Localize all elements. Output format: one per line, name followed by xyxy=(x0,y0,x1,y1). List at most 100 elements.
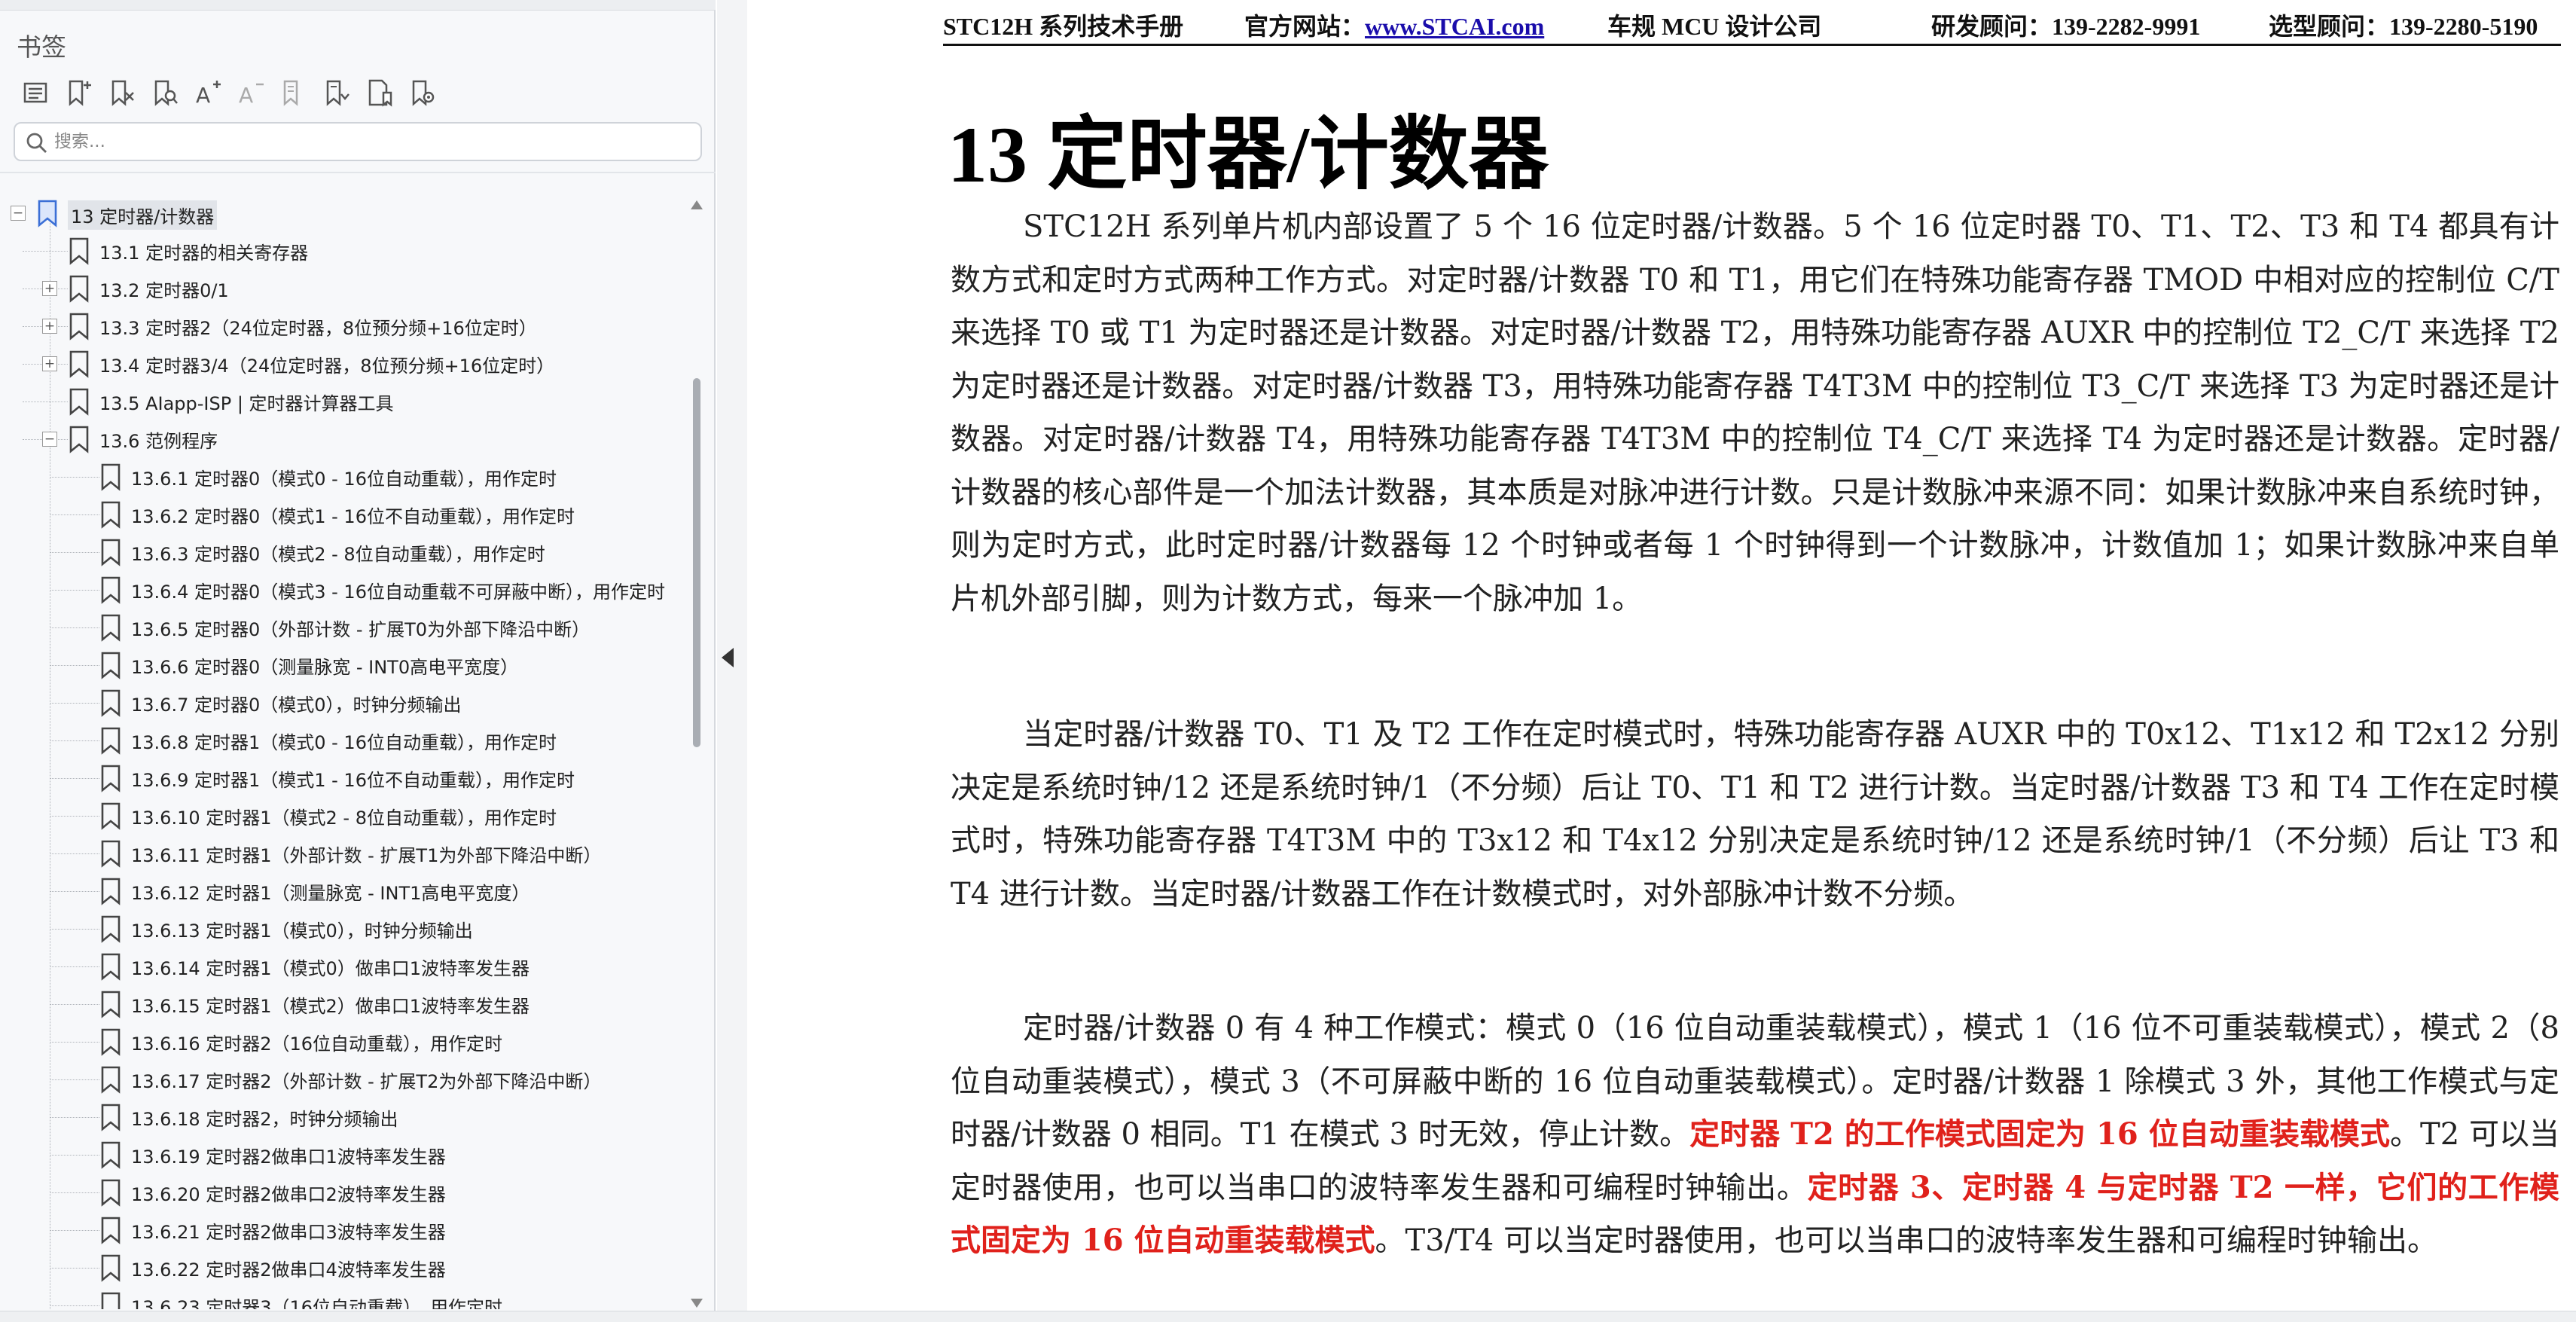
bookmark-icon xyxy=(101,1028,121,1056)
bookmark-item[interactable]: 13.6.23 定时器3（16位自动重载），用作定时 xyxy=(0,1287,678,1309)
bookmark-label: 13.6.21 定时器2做串口3波特率发生器 xyxy=(131,1222,446,1243)
bookmark-settings-icon[interactable] xyxy=(400,74,443,111)
bookmark-label: 13.6.4 定时器0（模式3 - 16位自动重载不可屏蔽中断），用作定时 xyxy=(131,582,665,603)
bookmark-label: 13.6.6 定时器0（测量脉宽 - INT0高电平宽度） xyxy=(131,657,519,678)
bookmark-label: 13.3 定时器2（24位定时器，8位预分频+16位定时） xyxy=(99,318,537,339)
bookmark-item[interactable]: 13.6.8 定时器1（模式0 - 16位自动重载），用作定时 xyxy=(0,722,678,759)
page-bookmark-icon[interactable] xyxy=(357,74,400,111)
tree-guide-line xyxy=(23,251,68,252)
tree-scrollbar[interactable] xyxy=(688,197,705,1311)
bookmark-icon xyxy=(101,915,121,943)
bookmark-icon xyxy=(101,765,121,792)
bookmark-item[interactable]: +13.3 定时器2（24位定时器，8位预分频+16位定时） xyxy=(0,307,678,345)
scroll-down-arrow-icon[interactable] xyxy=(691,1299,703,1308)
bookmark-label: 13.2 定时器0/1 xyxy=(99,280,229,301)
bookmark-item[interactable]: 13.6.10 定时器1（模式2 - 8位自动重载），用作定时 xyxy=(0,797,678,835)
bookmark-item[interactable]: 13.6.18 定时器2，时钟分频输出 xyxy=(0,1098,678,1136)
bookmark-label: 13.6.3 定时器0（模式2 - 8位自动重载），用作定时 xyxy=(131,544,545,565)
bookmark-item[interactable]: 13.6.16 定时器2（16位自动重载），用作定时 xyxy=(0,1023,678,1061)
bookmark-item[interactable]: 13.5 AIapp-ISP | 定时器计算器工具 xyxy=(0,383,678,420)
bookmark-icon xyxy=(101,689,121,717)
search-input[interactable] xyxy=(54,127,694,157)
site-link[interactable]: www.STCAI.com xyxy=(1365,13,1544,40)
bookmark-label: 13.6.12 定时器1（测量脉宽 - INT1高电平宽度） xyxy=(131,883,530,904)
tree-guide-line xyxy=(50,891,99,892)
tree-guide-line xyxy=(50,778,99,779)
tree-guide-line xyxy=(50,929,99,930)
expand-bookmark-icon[interactable] xyxy=(271,74,314,111)
bookmark-label: 13.6 范例程序 xyxy=(99,431,218,452)
tree-guide-line xyxy=(50,1079,99,1080)
bookmark-item[interactable]: 13.6.15 定时器1（模式2）做串口1波特率发生器 xyxy=(0,985,678,1023)
bookmark-icon xyxy=(101,1179,121,1207)
font-increase-icon[interactable]: A xyxy=(185,74,228,111)
bookmark-label: 13.6.11 定时器1（外部计数 - 扩展T1为外部下降沿中断） xyxy=(131,845,602,866)
bookmark-label: 13.5 AIapp-ISP | 定时器计算器工具 xyxy=(99,393,394,414)
bookmark-item[interactable]: 13.6.3 定时器0（模式2 - 8位自动重载），用作定时 xyxy=(0,533,678,571)
tree-guide-line xyxy=(50,1268,99,1269)
tree-guide-line xyxy=(50,1155,99,1156)
bookmark-item[interactable]: 13.6.4 定时器0（模式3 - 16位自动重载不可屏蔽中断），用作定时 xyxy=(0,571,678,609)
page-header: STC12H 系列技术手册 官方网站：www.STCAI.com 车规 MCU … xyxy=(943,8,2561,41)
bookmark-item[interactable]: 13.6.11 定时器1（外部计数 - 扩展T1为外部下降沿中断） xyxy=(0,835,678,872)
expand-icon[interactable]: + xyxy=(42,281,57,296)
bookmark-icon xyxy=(69,313,89,340)
delete-bookmark-icon[interactable] xyxy=(99,74,142,111)
collapse-panel-arrow-icon[interactable] xyxy=(722,648,734,667)
bookmark-item[interactable]: 13.6.17 定时器2（外部计数 - 扩展T2为外部下降沿中断） xyxy=(0,1061,678,1098)
bookmark-item[interactable]: − 13 定时器/计数器 xyxy=(0,194,678,232)
bookmark-label: 13.4 定时器3/4（24位定时器，8位预分频+16位定时） xyxy=(99,356,555,377)
sales-contact: 选型顾问：139-2280-5190 xyxy=(2269,13,2538,40)
bookmark-item[interactable]: 13.6.21 定时器2做串口3波特率发生器 xyxy=(0,1211,678,1249)
bookmark-panel: 书签 A A 搜索... − 13 定时器/计数器 13.1 定时器的相关寄存器… xyxy=(0,0,716,1322)
bookmark-item[interactable]: 13.6.7 定时器0（模式0），时钟分频输出 xyxy=(0,684,678,722)
collapse-icon[interactable]: − xyxy=(11,206,26,221)
bookmark-icon xyxy=(38,200,57,227)
bookmark-label: 13.6.8 定时器1（模式0 - 16位自动重载），用作定时 xyxy=(131,732,557,753)
tree-guide-line xyxy=(23,401,68,402)
expand-icon[interactable]: + xyxy=(42,356,57,371)
bookmark-item[interactable]: 13.6.13 定时器1（模式0），时钟分频输出 xyxy=(0,910,678,948)
bookmark-label: 13.6.18 定时器2，时钟分频输出 xyxy=(131,1109,398,1130)
bookmark-item[interactable]: 13.6.20 定时器2做串口2波特率发生器 xyxy=(0,1174,678,1211)
bookmark-item[interactable]: 13.6.9 定时器1（模式1 - 16位不自动重载），用作定时 xyxy=(0,759,678,797)
bookmark-item[interactable]: +13.2 定时器0/1 xyxy=(0,270,678,307)
collapse-icon[interactable]: − xyxy=(42,432,57,447)
search-icon xyxy=(26,133,47,153)
bookmark-icon xyxy=(101,614,121,642)
company-name: 车规 MCU 设计公司 xyxy=(1607,13,1822,40)
bookmark-item[interactable]: 13.6.12 定时器1（测量脉宽 - INT1高电平宽度） xyxy=(0,872,678,910)
bookmark-icon xyxy=(101,1292,121,1309)
find-bookmark-icon[interactable] xyxy=(142,74,185,111)
panel-title: 书签 xyxy=(17,32,66,62)
tree-guide-line xyxy=(50,477,99,478)
site-label: 官方网站：www.STCAI.com xyxy=(1244,13,1545,40)
tree-guide-line xyxy=(50,665,99,666)
bookmark-icon xyxy=(69,388,89,416)
bookmark-search[interactable] xyxy=(14,122,702,161)
paragraph-1: STC12H 系列单片机内部设置了 5 个 16 位定时器/计数器。5 个 16… xyxy=(951,209,2559,616)
bookmarks-list-icon[interactable] xyxy=(14,74,56,111)
expand-icon[interactable]: + xyxy=(42,319,57,334)
add-bookmark-icon[interactable] xyxy=(56,74,99,111)
bookmark-icon xyxy=(101,802,121,830)
bookmark-item[interactable]: 13.6.1 定时器0（模式0 - 16位自动重载），用作定时 xyxy=(0,458,678,496)
bookmark-item[interactable]: 13.6.2 定时器0（模式1 - 16位不自动重载），用作定时 xyxy=(0,496,678,533)
bookmark-item[interactable]: 13.6.22 定时器2做串口4波特率发生器 xyxy=(0,1249,678,1287)
tree-guide-line xyxy=(50,590,99,591)
bookmark-item[interactable]: 13.6.6 定时器0（测量脉宽 - INT0高电平宽度） xyxy=(0,646,678,684)
bookmark-item[interactable]: +13.4 定时器3/4（24位定时器，8位预分频+16位定时） xyxy=(0,345,678,383)
bookmark-icon xyxy=(101,1104,121,1131)
paragraph-2: 当定时器/计数器 T0、T1 及 T2 工作在定时模式时，特殊功能寄存器 AUX… xyxy=(951,717,2559,911)
bookmark-item[interactable]: 13.1 定时器的相关寄存器 xyxy=(0,232,678,270)
bookmark-icon xyxy=(101,1066,121,1094)
bookmark-item[interactable]: 13.6.19 定时器2做串口1波特率发生器 xyxy=(0,1136,678,1174)
svg-text:A: A xyxy=(196,83,210,108)
scroll-up-arrow-icon[interactable] xyxy=(691,200,703,209)
bookmark-item[interactable]: 13.6.5 定时器0（外部计数 - 扩展T0为外部下降沿中断） xyxy=(0,609,678,646)
collapse-bookmark-icon[interactable] xyxy=(314,74,357,111)
bookmark-item[interactable]: − 13.6 范例程序 xyxy=(0,420,678,458)
scroll-thumb[interactable] xyxy=(693,378,700,747)
bookmark-item[interactable]: 13.6.14 定时器1（模式0）做串口1波特率发生器 xyxy=(0,948,678,985)
font-decrease-icon[interactable]: A xyxy=(228,74,271,111)
